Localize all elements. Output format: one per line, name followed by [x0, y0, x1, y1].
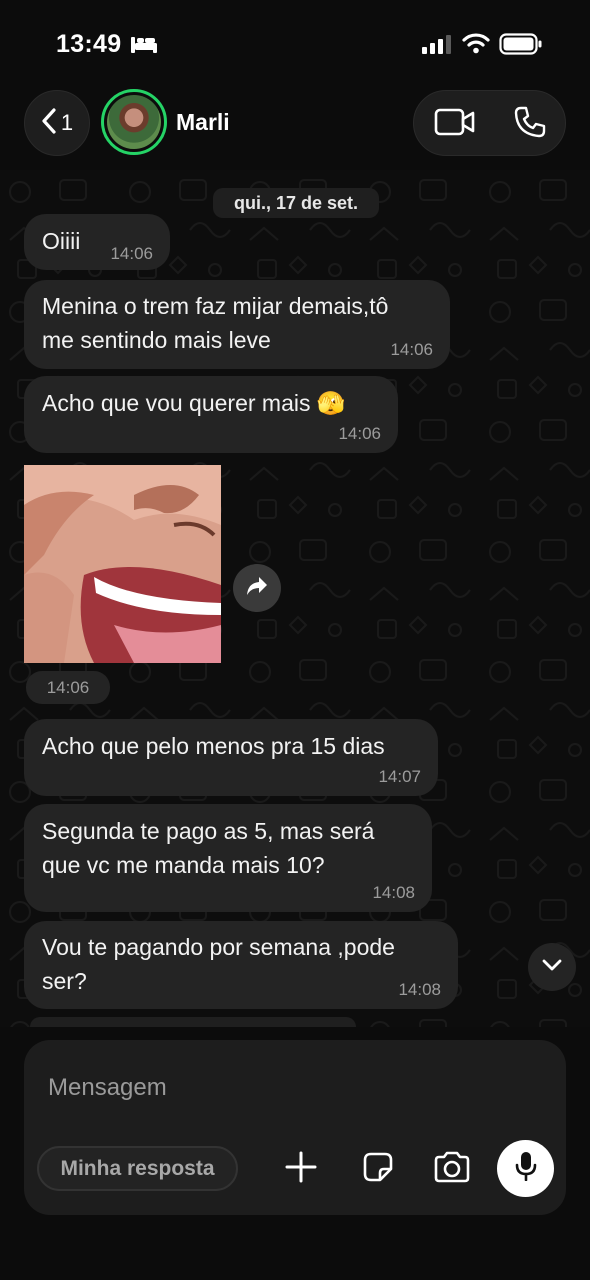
- scroll-to-bottom-button[interactable]: [528, 943, 576, 991]
- video-camera-icon: [434, 107, 476, 142]
- camera-icon: [433, 1151, 471, 1188]
- date-divider: qui., 17 de set.: [213, 188, 379, 218]
- contact-avatar[interactable]: [101, 89, 167, 155]
- message-time: 14:06: [26, 671, 110, 704]
- voice-call-button[interactable]: [510, 105, 550, 143]
- message-bubble[interactable]: Vou te pagando por semana ,pode ser? 14:…: [24, 921, 458, 1009]
- chevron-down-icon: [542, 958, 562, 977]
- message-time: 14:06: [338, 424, 381, 443]
- message-text: que vc me manda mais 10?: [42, 852, 325, 878]
- composer: Minha resposta: [24, 1040, 566, 1215]
- video-call-button[interactable]: [432, 106, 478, 142]
- status-time: 13:49: [56, 30, 122, 58]
- message-bubble[interactable]: Acho que vou querer mais 🫣 14:06: [24, 376, 398, 453]
- message-bubble[interactable]: Acho que pelo menos pra 15 dias 14:07: [24, 719, 438, 796]
- call-actions: [413, 90, 566, 156]
- message-time: 14:08: [398, 980, 441, 999]
- status-bar: 13:49: [0, 0, 590, 88]
- attach-button[interactable]: [282, 1150, 320, 1188]
- voice-record-button[interactable]: [497, 1140, 554, 1197]
- contact-name[interactable]: Marli: [176, 109, 230, 136]
- microphone-icon: [514, 1151, 538, 1186]
- avatar: [107, 95, 161, 149]
- message-text: Acho que pelo menos pra 15 dias: [42, 733, 385, 759]
- message-bubble[interactable]: Oiiii 14:06: [24, 214, 170, 270]
- phone-icon: [513, 105, 547, 144]
- wifi-icon: [462, 32, 490, 59]
- chat-header: 1 Marli: [0, 88, 590, 170]
- message-time: 14:07: [378, 767, 421, 786]
- message-text: Segunda te pago as 5, mas será: [42, 818, 375, 844]
- plus-icon: [285, 1151, 317, 1188]
- camera-button[interactable]: [431, 1150, 473, 1188]
- sticker-button[interactable]: [359, 1150, 397, 1188]
- sticker-image: [24, 465, 221, 663]
- forward-button[interactable]: [233, 564, 281, 612]
- forward-arrow-icon: [245, 575, 269, 602]
- back-button[interactable]: 1: [24, 90, 90, 156]
- message-text: me sentindo mais leve: [42, 327, 271, 353]
- bed-icon: [130, 34, 158, 59]
- message-text: Acho que vou querer mais 🫣: [42, 390, 346, 416]
- message-bubble[interactable]: Menina o trem faz mijar demais,tô me sen…: [24, 280, 450, 369]
- unread-count: 1: [60, 110, 74, 135]
- battery-icon: [499, 33, 543, 60]
- message-text: ser?: [42, 968, 87, 994]
- chevron-left-icon: [41, 107, 57, 140]
- message-text: Menina o trem faz mijar demais,tô: [42, 293, 389, 319]
- signal-icon: [422, 34, 452, 59]
- chat-screen: 13:49 1 Marli qui., 17 de set. Oiiii 14:…: [0, 0, 590, 1280]
- sticker-icon: [362, 1151, 394, 1188]
- message-time: 14:06: [390, 340, 433, 359]
- quick-reply-button[interactable]: Minha resposta: [37, 1146, 238, 1191]
- message-bubble[interactable]: Segunda te pago as 5, mas será que vc me…: [24, 804, 432, 912]
- message-time: 14:06: [110, 244, 153, 263]
- image-message[interactable]: [24, 465, 221, 663]
- message-text: Vou te pagando por semana ,pode: [42, 934, 395, 960]
- message-time: 14:08: [372, 883, 415, 902]
- message-input[interactable]: [48, 1068, 518, 1108]
